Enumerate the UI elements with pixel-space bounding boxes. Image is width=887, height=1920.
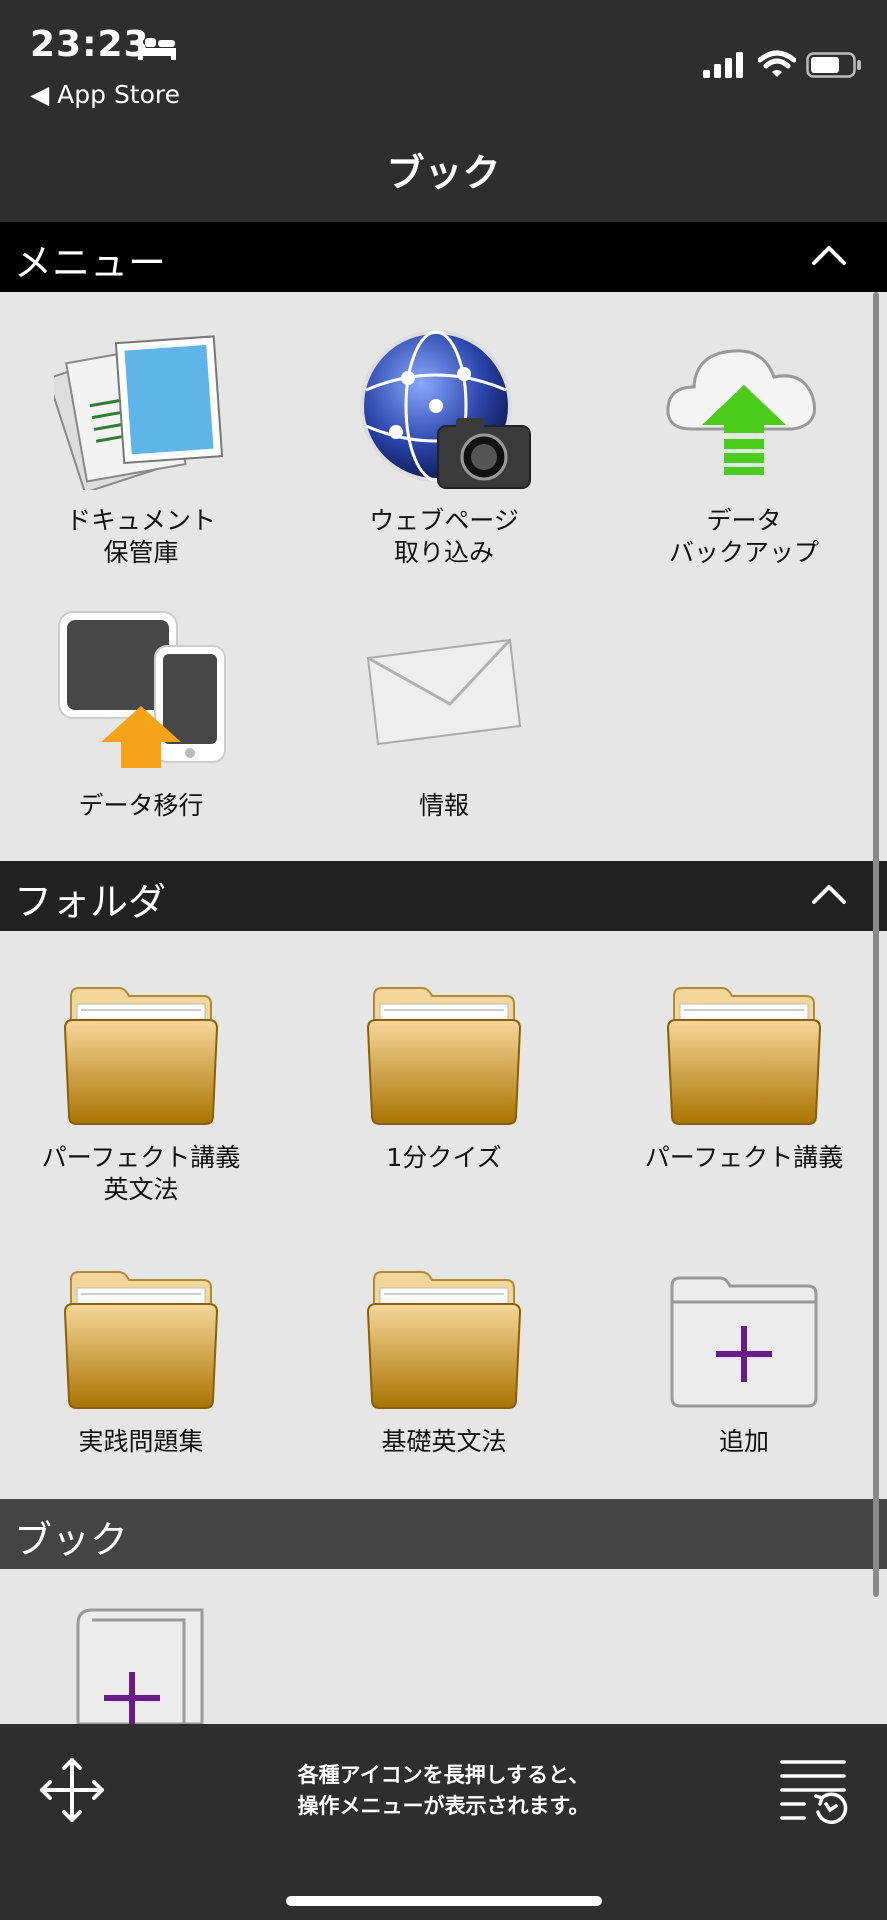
folder-icon <box>63 987 219 1125</box>
document-storage-icon <box>54 335 224 490</box>
sleep-icon <box>138 36 176 60</box>
folder-label: 実践問題集 <box>0 1426 291 1458</box>
long-press-hint: 各種アイコンを長押しすると、 操作メニューが表示されます。 <box>0 1760 887 1822</box>
label-line: 実践問題集 <box>78 1427 204 1456</box>
home-indicator[interactable] <box>286 1896 602 1906</box>
label-line: ウェブページ <box>369 506 519 535</box>
envelope-icon <box>366 638 522 746</box>
label-line: ドキュメント <box>65 506 216 535</box>
status-and-nav-bar: 23:23 ◀ App Store ブック <box>0 0 887 222</box>
chevron-up-icon[interactable] <box>811 883 847 905</box>
folder-section-header[interactable]: フォルダ <box>0 861 887 931</box>
menu-section-header[interactable]: メニュー <box>0 222 887 292</box>
clock: 23:23 <box>30 24 150 65</box>
list-history-icon[interactable] <box>778 1758 848 1824</box>
folder-label: 基礎英文法 <box>294 1426 594 1458</box>
label-line: 追加 <box>718 1427 769 1456</box>
label-line: 1分クイズ <box>386 1143 502 1172</box>
label-line: 取り込み <box>393 538 494 567</box>
battery-icon <box>806 52 861 78</box>
label-line: 英文法 <box>103 1175 179 1204</box>
cellular-signal-icon <box>703 52 743 78</box>
label-line: パーフェクト講義 <box>644 1143 844 1172</box>
label-line: 基礎英文法 <box>381 1427 507 1456</box>
folder-icon <box>63 1271 219 1409</box>
globe-camera-icon <box>360 330 531 489</box>
menu-section-title: メニュー <box>14 241 167 285</box>
folder-section-title: フォルダ <box>14 880 167 924</box>
bottom-toolbar: 各種アイコンを長押しすると、 操作メニューが表示されます。 <box>0 1724 887 1920</box>
label-line: データ移行 <box>78 791 204 820</box>
folder-label: 1分クイズ <box>294 1142 594 1174</box>
label-line: データ <box>706 506 782 535</box>
label-line: パーフェクト講義 <box>41 1143 241 1172</box>
book-section-title: ブック <box>14 1518 129 1562</box>
label-line: 保管庫 <box>103 538 179 567</box>
folder-label: パーフェクト講義 <box>594 1142 887 1174</box>
hint-line: 各種アイコンを長押しすると、 <box>297 1763 590 1787</box>
chevron-up-icon[interactable] <box>811 244 847 266</box>
folder-icon <box>366 1271 522 1409</box>
menu-label-webpage-import: ウェブページ 取り込み <box>294 505 594 569</box>
add-folder-icon <box>670 1276 818 1408</box>
folder-icon <box>666 987 822 1125</box>
add-book-icon[interactable] <box>74 1606 206 1724</box>
menu-label-info: 情報 <box>294 790 594 822</box>
cloud-upload-icon <box>666 349 816 475</box>
add-folder-label: 追加 <box>594 1426 887 1458</box>
hint-line: 操作メニューが表示されます。 <box>297 1794 590 1818</box>
wifi-icon <box>758 50 796 77</box>
menu-label-data-backup: データ バックアップ <box>594 505 887 569</box>
folder-label: パーフェクト講義 英文法 <box>0 1142 291 1206</box>
device-migration-icon <box>58 611 226 768</box>
folder-icon <box>366 987 522 1125</box>
menu-label-document-storage: ドキュメント 保管庫 <box>0 505 291 569</box>
book-section-header[interactable]: ブック <box>0 1499 887 1569</box>
page-title: ブック <box>386 151 501 195</box>
label-line: 情報 <box>418 791 469 820</box>
menu-label-data-migration: データ移行 <box>0 790 291 822</box>
label-line: バックアップ <box>668 538 819 567</box>
back-to-app-store-link[interactable]: ◀ App Store <box>30 80 180 109</box>
scrollbar[interactable] <box>873 292 879 1597</box>
